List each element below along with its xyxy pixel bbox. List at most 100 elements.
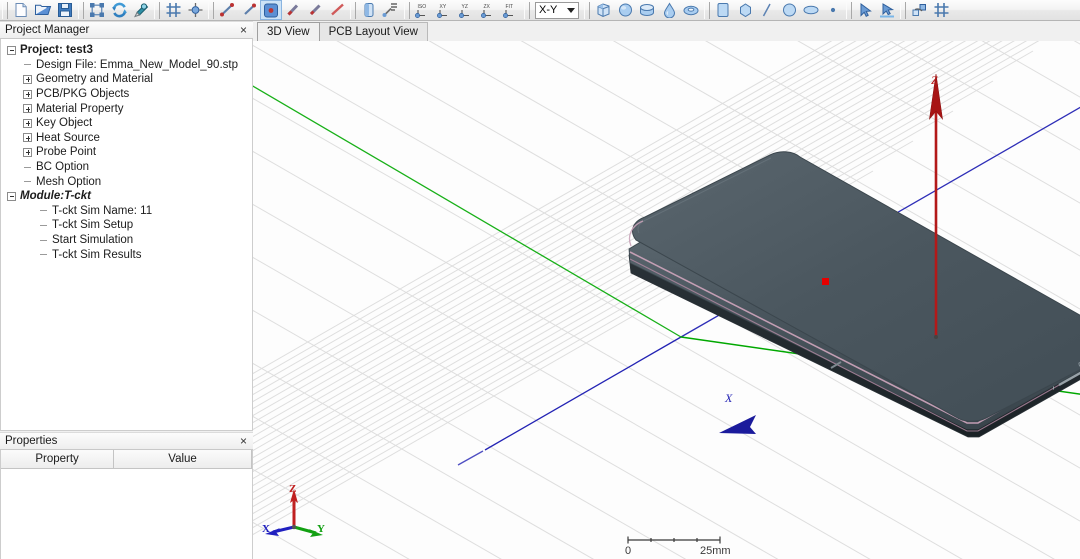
expand-icon[interactable] [23,90,32,99]
collapse-icon[interactable] [7,192,16,201]
save-disk-icon[interactable] [54,0,76,20]
tree-item[interactable]: T-ckt Sim Setup [1,218,252,233]
tree-item[interactable]: Key Object [1,116,252,131]
view-zx-icon[interactable]: ZX [478,0,500,20]
toolbar-group-misc [908,0,952,21]
tree-item[interactable]: Project: test3 [1,43,252,58]
diagonal-line-icon[interactable] [326,0,348,20]
expand-icon[interactable] [23,148,32,157]
expand-icon[interactable] [23,133,32,142]
toolbar-grip-plane[interactable] [524,2,530,19]
tab-3d-view[interactable]: 3D View [257,22,320,41]
tree-item[interactable]: Mesh Option [1,174,252,189]
new-document-icon[interactable] [10,0,32,20]
tree-item[interactable]: Geometry and Material [1,72,252,87]
collapse-icon[interactable] [7,46,16,55]
tree-item[interactable]: Design File: Emma_New_Model_90.stp [1,58,252,73]
toolbar-grip-object[interactable] [350,2,356,19]
toolbar-grip-sketch[interactable] [704,2,710,19]
toolbar-grip-solids[interactable] [584,2,590,19]
scene-geometry [253,41,1080,559]
grid-icon[interactable] [162,0,184,20]
tree-item-label: T-ckt Sim Name: 11 [51,205,152,217]
project-tree[interactable]: Project: test3Design File: Emma_New_Mode… [0,39,253,431]
main-toolbar: ISO XY YZ [0,0,1080,21]
tree-item[interactable]: Start Simulation [1,233,252,248]
select-face-icon[interactable] [260,0,282,20]
arrow-pick-icon[interactable] [876,0,898,20]
tree-item[interactable]: T-ckt Sim Results [1,247,252,262]
toolbar-grip[interactable] [2,2,8,19]
scale-bar: 0 25mm [624,531,744,557]
sphere-icon[interactable] [614,0,636,20]
open-folder-icon[interactable] [32,0,54,20]
tree-item-label: BC Option [35,161,89,173]
point-icon[interactable] [822,0,844,20]
view-xy-icon[interactable]: XY [434,0,456,20]
close-icon[interactable]: × [238,24,249,36]
tree-item[interactable]: Probe Point [1,145,252,160]
toolbar-grip-pointer[interactable] [846,2,852,19]
tree-item[interactable]: BC Option [1,160,252,175]
view-yz-icon[interactable]: YZ [456,0,478,20]
zoom-region-icon[interactable] [130,0,152,20]
svg-text:ISO: ISO [418,4,427,10]
expand-icon[interactable] [23,119,32,128]
tree-item[interactable]: PCB/PKG Objects [1,87,252,102]
phone-model [376,110,1080,443]
triad-label-x: X [262,523,270,535]
toolbar-grip-misc[interactable] [900,2,906,19]
tree-item[interactable]: Material Property [1,101,252,116]
project-manager-header: Project Manager × [0,21,253,39]
box-icon[interactable] [592,0,614,20]
toolbar-grip-views[interactable] [404,2,410,19]
view-fit-icon[interactable]: FIT [500,0,522,20]
tree-item[interactable]: Heat Source [1,131,252,146]
snap-point-icon[interactable] [184,0,206,20]
view-iso-icon[interactable]: ISO [412,0,434,20]
tree-item[interactable]: Module:T-ckt [1,189,252,204]
rectangle-icon[interactable] [712,0,734,20]
arrow-select-icon[interactable] [854,0,876,20]
tab-pcb-layout-view[interactable]: PCB Layout View [319,22,428,41]
rotate-object-icon[interactable] [908,0,930,20]
svg-text:ZX: ZX [484,4,491,10]
work-plane-select[interactable]: X-Y [535,2,579,19]
edge-pick-icon[interactable] [282,0,304,20]
torus-icon[interactable] [680,0,702,20]
tree-item[interactable]: T-ckt Sim Name: 11 [1,204,252,219]
toolbar-grip-measure[interactable] [208,2,214,19]
tree-leaf-marker [23,177,32,186]
expand-icon[interactable] [23,75,32,84]
measure-tool-icon[interactable] [380,0,402,20]
column-header-value[interactable]: Value [114,450,252,469]
extrude-body-icon[interactable] [358,0,380,20]
measure-line-icon[interactable] [216,0,238,20]
mesh-grid-icon[interactable] [930,0,952,20]
vertex-pick-icon[interactable] [304,0,326,20]
toolbar-group-object [358,0,402,21]
measure-segment-icon[interactable] [238,0,260,20]
toolbar-group-solids [592,0,702,21]
tree-item-label: PCB/PKG Objects [35,88,129,100]
orientation-triad[interactable]: Z Y X [261,479,327,537]
toolbar-group-grid [162,0,206,21]
cylinder-icon[interactable] [636,0,658,20]
polygon-icon[interactable] [734,0,756,20]
toolbar-grip-model[interactable] [78,2,84,19]
tree-leaf-marker [23,163,32,172]
svg-text:XY: XY [440,4,447,10]
ellipse-icon[interactable] [800,0,822,20]
line-icon[interactable] [756,0,778,20]
column-header-property[interactable]: Property [1,450,114,469]
cone-icon[interactable] [658,0,680,20]
scale-bar-end-label: 25mm [700,545,731,557]
tree-leaf-marker [23,60,32,69]
refresh-icon[interactable] [108,0,130,20]
close-icon[interactable]: × [238,435,249,447]
toolbar-grip-grid[interactable] [154,2,160,19]
circle-icon[interactable] [778,0,800,20]
3d-viewport[interactable]: Z X Y 0 25mm Z Y X [253,41,1080,559]
fit-selection-icon[interactable] [86,0,108,20]
expand-icon[interactable] [23,104,32,113]
